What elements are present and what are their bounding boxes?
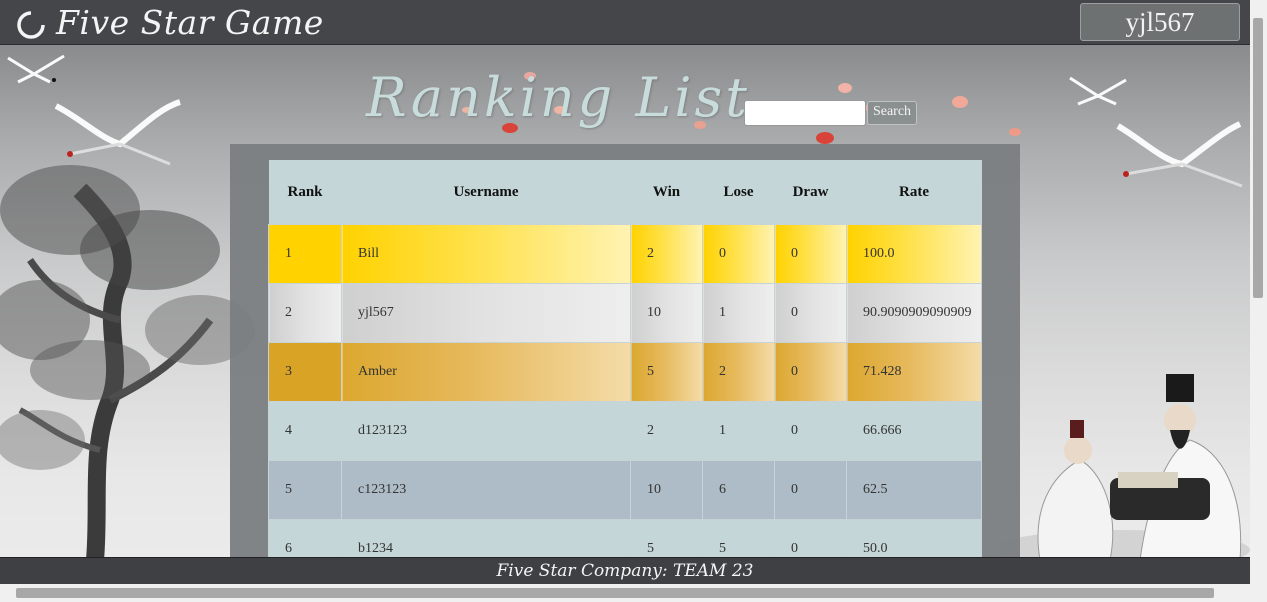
column-header-win[interactable]: Win — [630, 160, 703, 225]
table-row[interactable]: 5 c123123 10 6 0 62.5 — [268, 460, 982, 520]
username-cell: yjl567 — [341, 283, 631, 343]
column-header-rank[interactable]: Rank — [268, 160, 342, 225]
brand-title[interactable]: Five Star Game — [56, 3, 324, 42]
rate-cell: 62.5 — [846, 460, 982, 520]
table-row[interactable]: 2 yjl567 10 1 0 90.9090909090909 — [268, 283, 982, 343]
footer: Five Star Company: TEAM 23 — [0, 557, 1250, 584]
draw-cell: 0 — [774, 283, 847, 343]
top-navbar: Five Star Game yjl567 — [0, 0, 1250, 45]
page: Five Star Game yjl567 Ranking List Searc… — [0, 0, 1250, 584]
table-row[interactable]: 1 Bill 2 0 0 100.0 — [268, 224, 982, 284]
column-header-rate[interactable]: Rate — [846, 160, 982, 225]
rate-cell: 71.428 — [846, 342, 982, 402]
draw-cell: 0 — [774, 460, 847, 520]
rate-cell: 100.0 — [846, 224, 982, 284]
search-input[interactable] — [744, 100, 866, 126]
username-cell: d123123 — [341, 401, 631, 461]
column-header-draw[interactable]: Draw — [774, 160, 847, 225]
column-header-lose[interactable]: Lose — [702, 160, 775, 225]
table-row[interactable]: 3 Amber 5 2 0 71.428 — [268, 342, 982, 402]
rank-cell: 1 — [268, 224, 342, 284]
column-header-username[interactable]: Username — [341, 160, 631, 225]
draw-cell: 0 — [774, 224, 847, 284]
win-cell: 10 — [630, 283, 703, 343]
vertical-scrollbar-thumb[interactable] — [1253, 18, 1263, 298]
rate-cell: 66.666 — [846, 401, 982, 461]
rank-cell: 4 — [268, 401, 342, 461]
search-button[interactable]: Search — [867, 101, 917, 125]
lose-cell: 0 — [702, 224, 775, 284]
username-cell: Amber — [341, 342, 631, 402]
username-cell: c123123 — [341, 460, 631, 520]
lose-cell: 1 — [702, 283, 775, 343]
horizontal-scrollbar-thumb[interactable] — [16, 588, 1214, 598]
win-cell: 2 — [630, 224, 703, 284]
draw-cell: 0 — [774, 401, 847, 461]
table-header-row: Rank Username Win Lose Draw Rate — [268, 160, 982, 225]
ranking-table: Rank Username Win Lose Draw Rate 1 Bill … — [268, 160, 982, 579]
win-cell: 5 — [630, 342, 703, 402]
lose-cell: 1 — [702, 401, 775, 461]
rank-cell: 2 — [268, 283, 342, 343]
lose-cell: 6 — [702, 460, 775, 520]
username-cell: Bill — [341, 224, 631, 284]
user-account-button[interactable]: yjl567 — [1080, 3, 1240, 41]
logo-ring-icon[interactable] — [16, 10, 46, 40]
lose-cell: 2 — [702, 342, 775, 402]
chess-scholars-illustration — [1000, 374, 1250, 560]
table-row[interactable]: 4 d123123 2 1 0 66.666 — [268, 401, 982, 461]
win-cell: 2 — [630, 401, 703, 461]
crane-left-small — [7, 54, 65, 84]
crane-left-large — [54, 99, 181, 166]
page-title: Ranking List — [366, 66, 750, 129]
rank-cell: 3 — [268, 342, 342, 402]
draw-cell: 0 — [774, 342, 847, 402]
rank-cell: 5 — [268, 460, 342, 520]
crane-right-small — [1069, 76, 1127, 106]
crane-right-large — [1116, 121, 1243, 188]
win-cell: 10 — [630, 460, 703, 520]
rate-cell: 90.9090909090909 — [846, 283, 982, 343]
